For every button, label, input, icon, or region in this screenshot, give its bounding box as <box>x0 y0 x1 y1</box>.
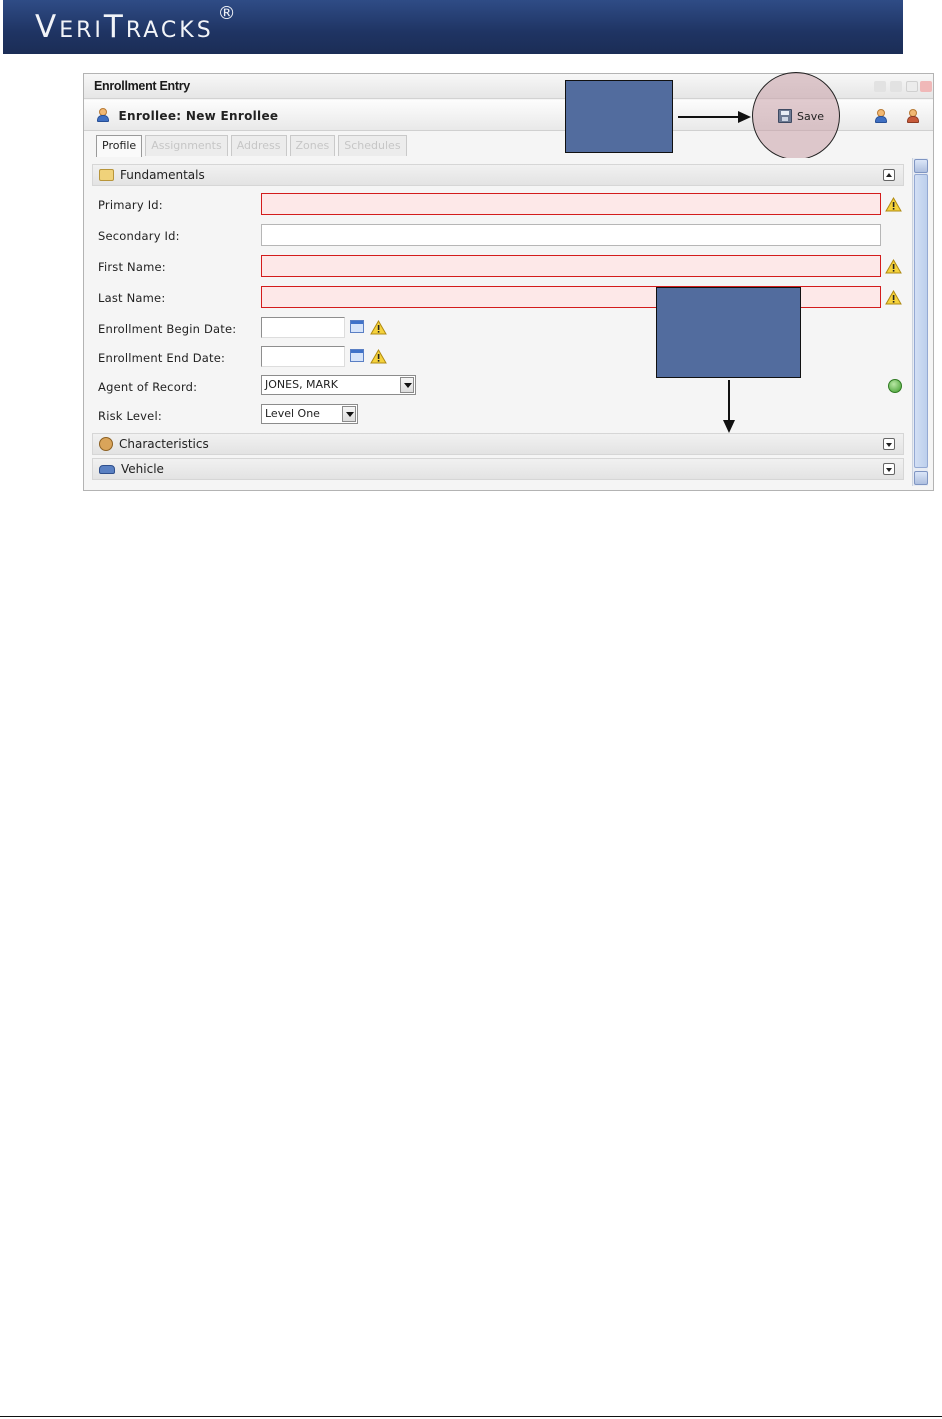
begin-date-input[interactable] <box>261 317 345 338</box>
agent-label: Agent of Record: <box>98 380 198 394</box>
agent-value: JONES, MARK <box>265 378 338 391</box>
minimize-icon[interactable] <box>874 81 886 92</box>
chevron-down-icon <box>400 377 414 393</box>
brand-logo: VERITRACKS® <box>35 3 236 45</box>
check-icon <box>888 379 902 393</box>
warning-icon <box>885 290 902 305</box>
end-date-label: Enrollment End Date: <box>98 351 226 365</box>
primary-id-input[interactable] <box>261 193 881 215</box>
vertical-scrollbar[interactable] <box>912 158 928 486</box>
last-name-label: Last Name: <box>98 291 166 305</box>
risk-row: Risk Level: Level One <box>92 402 904 432</box>
arrow-line <box>678 116 740 118</box>
secondary-id-label: Secondary Id: <box>98 229 180 243</box>
find-person-icon[interactable] <box>906 109 920 123</box>
scroll-up-icon[interactable] <box>914 159 928 173</box>
risk-select[interactable]: Level One <box>261 404 358 424</box>
expand-icon[interactable] <box>883 463 895 475</box>
end-date-input[interactable] <box>261 346 345 367</box>
save-button[interactable]: Save <box>774 106 830 126</box>
floppy-icon <box>778 109 792 123</box>
close-icon[interactable] <box>920 81 932 92</box>
maximize-icon[interactable] <box>906 81 918 92</box>
car-icon <box>99 464 115 474</box>
tab-zones[interactable]: Zones <box>289 135 336 156</box>
brand-text: ERI <box>59 18 104 43</box>
enrollee-heading: Enrollee: New Enrollee <box>96 108 278 123</box>
add-person-icon[interactable] <box>874 109 888 123</box>
risk-value: Level One <box>265 407 320 420</box>
brand-letter: V <box>35 9 60 45</box>
warning-icon <box>370 349 387 364</box>
tab-address[interactable]: Address <box>230 135 287 156</box>
characteristics-header[interactable]: Characteristics <box>92 433 904 455</box>
calendar-icon[interactable] <box>350 349 364 362</box>
brand-text: RACKS <box>125 18 214 43</box>
arrowhead-icon <box>723 420 735 433</box>
first-name-label: First Name: <box>98 260 166 274</box>
warning-icon <box>370 320 387 335</box>
vehicle-header[interactable]: Vehicle <box>92 458 904 480</box>
fundamentals-title: Fundamentals <box>120 168 205 182</box>
brand-letter: T <box>103 9 126 45</box>
footer-rule <box>0 1416 942 1417</box>
enrollee-label: Enrollee: <box>118 109 182 123</box>
fundamentals-header[interactable]: Fundamentals <box>92 164 904 186</box>
scroll-thumb[interactable] <box>914 174 928 468</box>
characteristics-icon <box>99 437 113 451</box>
first-name-row: First Name: <box>92 253 904 283</box>
secondary-id-input[interactable] <box>261 224 881 246</box>
tab-assignments[interactable]: Assignments <box>145 135 228 156</box>
agent-select[interactable]: JONES, MARK <box>261 375 416 395</box>
first-name-input[interactable] <box>261 255 881 277</box>
folder-icon <box>99 169 114 181</box>
secondary-id-row: Secondary Id: <box>92 222 904 252</box>
vehicle-title: Vehicle <box>121 462 164 476</box>
primary-id-row: Primary Id: <box>92 191 904 221</box>
warning-icon <box>885 197 902 212</box>
trademark-symbol: ® <box>217 2 236 24</box>
enrollee-name: New Enrollee <box>185 109 279 123</box>
window-title: Enrollment Entry <box>94 79 190 93</box>
arrowhead-icon <box>738 111 751 123</box>
enrollee-toolbar: Enrollee: New Enrollee Save <box>84 72 933 160</box>
arrow-line <box>728 380 730 422</box>
restore-icon[interactable] <box>890 81 902 92</box>
risk-label: Risk Level: <box>98 409 162 423</box>
enrollment-entry-window: Enrollment Entry Enrollee: New Enrollee … <box>83 72 934 491</box>
tab-schedules[interactable]: Schedules <box>338 135 407 156</box>
annotation-callout-sections <box>656 287 801 378</box>
document-page: VERITRACKS® Enrollment Entry Enrollee: N… <box>0 0 942 1419</box>
scroll-down-icon[interactable] <box>914 471 928 485</box>
characteristics-title: Characteristics <box>119 437 209 451</box>
collapse-icon[interactable] <box>883 169 895 181</box>
tab-strip: Profile Assignments Address Zones Schedu… <box>96 135 407 157</box>
veritracks-banner: VERITRACKS® <box>3 0 903 54</box>
annotation-callout-save <box>565 80 673 153</box>
begin-date-label: Enrollment Begin Date: <box>98 322 237 336</box>
primary-id-label: Primary Id: <box>98 198 163 212</box>
warning-icon <box>885 259 902 274</box>
chevron-down-icon <box>342 406 356 422</box>
tab-profile[interactable]: Profile <box>96 135 143 157</box>
calendar-icon[interactable] <box>350 320 364 333</box>
person-icon <box>96 108 110 122</box>
expand-icon[interactable] <box>883 438 895 450</box>
save-label: Save <box>797 109 825 123</box>
